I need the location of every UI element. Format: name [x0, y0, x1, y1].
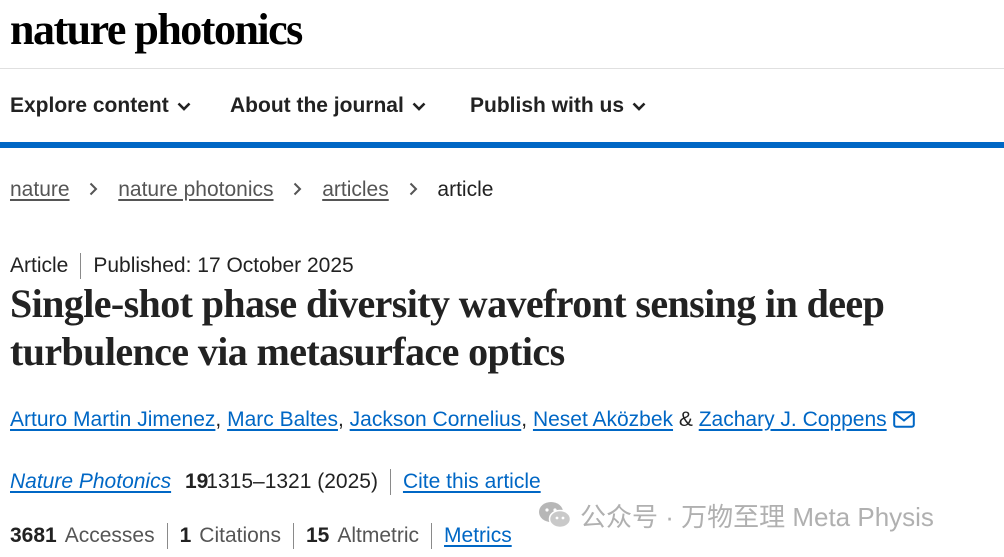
- author-list: Arturo Martin Jimenez, Marc Baltes, Jack…: [10, 406, 915, 436]
- header-accent-bar: [0, 142, 1004, 148]
- chevron-down-icon: [412, 92, 426, 120]
- breadcrumb-nature[interactable]: nature: [10, 178, 70, 201]
- mail-icon[interactable]: [892, 408, 915, 436]
- article-type: Article: [10, 254, 69, 277]
- volume: 19: [184, 470, 209, 493]
- author-link[interactable]: Arturo Martin Jimenez: [10, 408, 215, 431]
- breadcrumb-articles[interactable]: articles: [322, 178, 389, 201]
- author-link[interactable]: Marc Baltes: [227, 408, 338, 431]
- author-separator: ,: [215, 408, 222, 431]
- author-link[interactable]: Jackson Cornelius: [350, 408, 522, 431]
- wechat-icon: [538, 500, 572, 538]
- chevron-right-icon: [409, 176, 418, 204]
- watermark-text: 公众号 · 万物至理 Meta Physis: [580, 502, 934, 532]
- divider: [80, 253, 82, 280]
- pages-year: 1315–1321 (2025): [206, 470, 378, 493]
- article-meta: Article Published: 17 October 2025: [10, 252, 354, 280]
- citations-label: Citations: [199, 524, 281, 547]
- divider: [292, 523, 294, 550]
- author-separator: ,: [337, 408, 344, 431]
- published-date: Published: 17 October 2025: [93, 254, 354, 277]
- journal-link[interactable]: Nature Photonics: [10, 470, 171, 493]
- article-title: Single-shot phase diversity wavefront se…: [10, 281, 885, 374]
- breadcrumb: nature nature photonics articles article: [10, 176, 493, 204]
- author-last-separator: &: [678, 408, 693, 431]
- main-nav: Explore content About the journal Publis…: [0, 68, 1004, 142]
- cite-this-article-link[interactable]: Cite this article: [403, 470, 541, 493]
- nav-item-label: Publish with us: [470, 94, 625, 117]
- chevron-down-icon: [177, 92, 191, 120]
- nav-explore-content[interactable]: Explore content: [10, 92, 191, 120]
- breadcrumb-nature-photonics[interactable]: nature photonics: [118, 178, 273, 201]
- divider: [166, 523, 168, 550]
- accesses-label: Accesses: [64, 524, 155, 547]
- citations-count: 1: [179, 524, 192, 547]
- altmetric-label: Altmetric: [337, 524, 420, 547]
- journal-logo[interactable]: nature photonics: [10, 4, 303, 56]
- metrics-link[interactable]: Metrics: [444, 524, 512, 547]
- site-header: nature photonics: [0, 0, 1004, 69]
- divider: [389, 469, 391, 496]
- nav-about-the-journal[interactable]: About the journal: [230, 92, 426, 120]
- nav-item-label: Explore content: [10, 94, 169, 117]
- chevron-right-icon: [293, 176, 302, 204]
- watermark: 公众号 · 万物至理 Meta Physis: [538, 500, 934, 538]
- divider: [431, 523, 433, 550]
- nav-item-label: About the journal: [230, 94, 404, 117]
- author-separator: ,: [521, 408, 528, 431]
- altmetric-count: 15: [305, 524, 330, 547]
- metrics-bar: 3681 Accesses 1 Citations 15 Altmetric Metrics: [10, 522, 512, 550]
- nav-publish-with-us[interactable]: Publish with us: [470, 92, 646, 120]
- accesses-count: 3681: [10, 524, 57, 547]
- citation-line: Nature Photonics 191315–1321 (2025) Cite …: [10, 468, 541, 496]
- breadcrumb-current: article: [437, 178, 494, 201]
- chevron-down-icon: [632, 92, 646, 120]
- chevron-right-icon: [89, 176, 98, 204]
- author-link[interactable]: Zachary J. Coppens: [699, 408, 887, 431]
- author-link[interactable]: Neset Akӧzbek: [533, 408, 673, 431]
